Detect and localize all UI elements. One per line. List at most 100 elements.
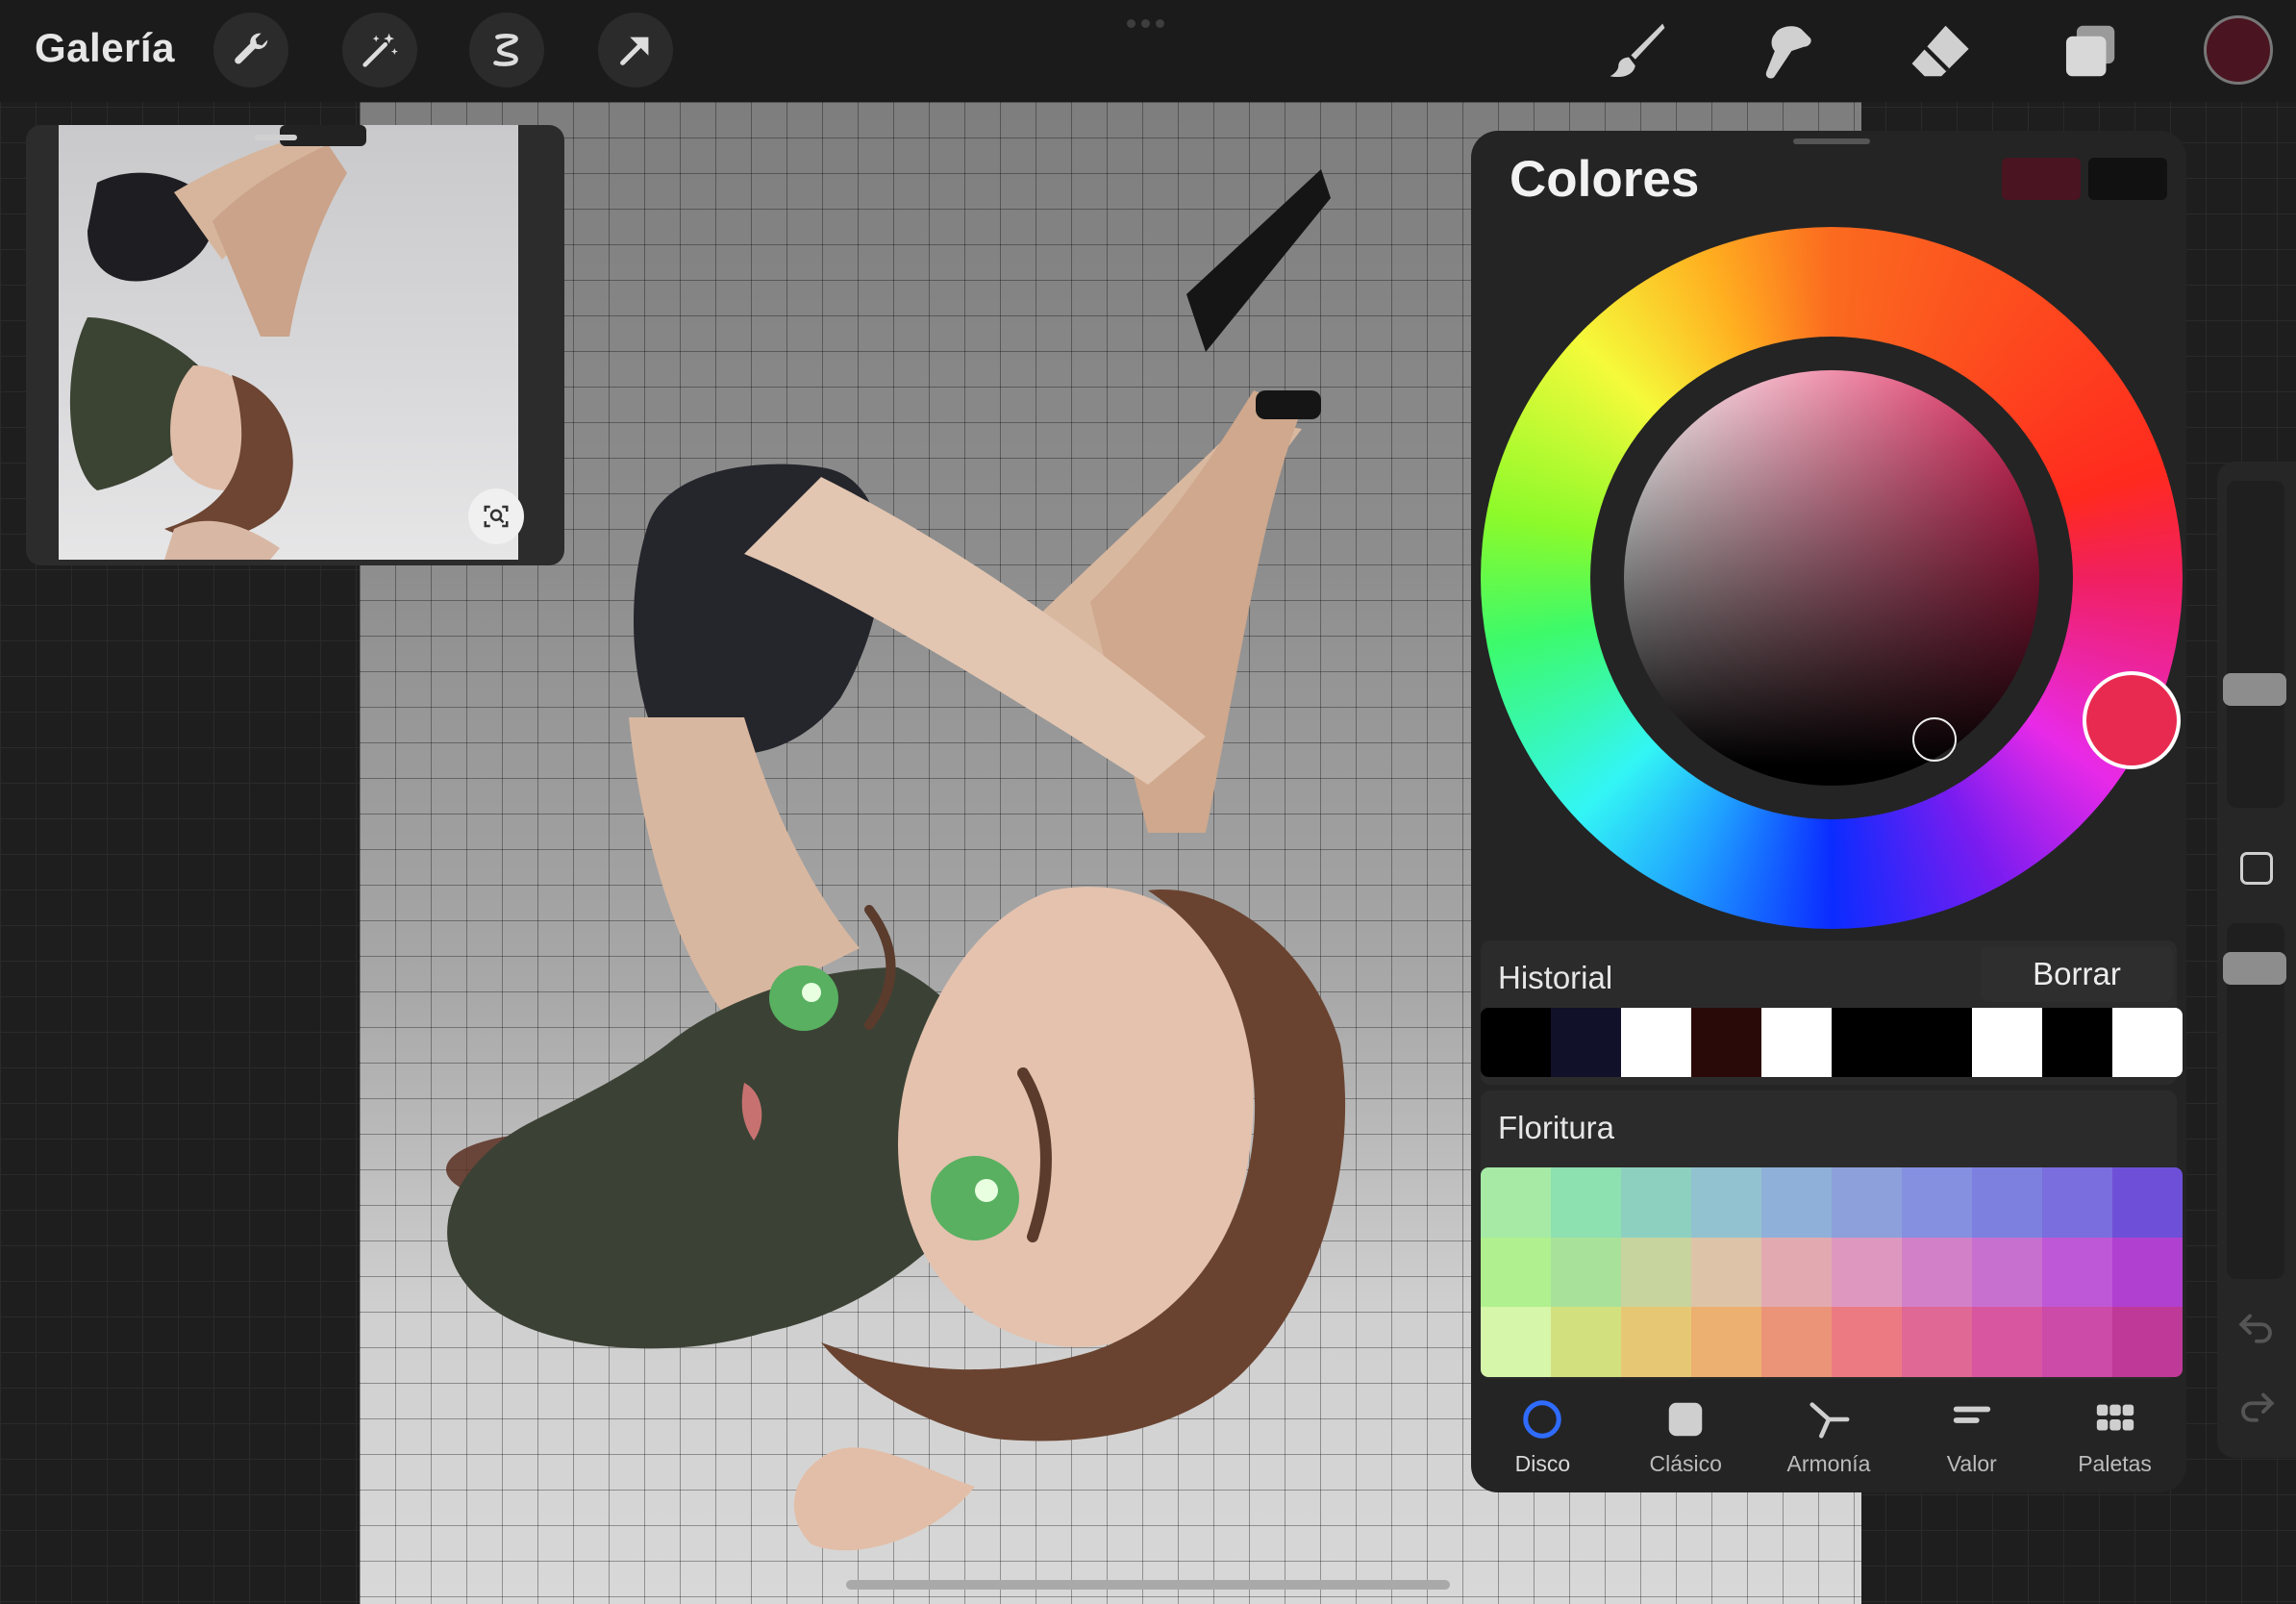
primary-color-swatch[interactable] bbox=[2002, 158, 2081, 200]
palette-swatch[interactable] bbox=[1481, 1237, 1551, 1308]
opacity-knob[interactable] bbox=[2223, 952, 2286, 985]
brush-tool-button[interactable] bbox=[1600, 15, 1675, 87]
brush-icon bbox=[1610, 23, 1665, 78]
actions-wrench-button[interactable] bbox=[213, 13, 288, 88]
palette-swatch[interactable] bbox=[1902, 1307, 1972, 1377]
undo-icon[interactable] bbox=[2236, 1306, 2277, 1346]
transform-arrow-icon bbox=[620, 37, 649, 65]
drag-handle[interactable] bbox=[1127, 19, 1169, 29]
tab-valor[interactable]: Valor bbox=[1900, 1381, 2043, 1492]
palette-swatch[interactable] bbox=[1621, 1307, 1691, 1377]
palette-name: Floritura bbox=[1498, 1110, 1615, 1145]
wrench-icon bbox=[235, 33, 268, 64]
tab-paletas[interactable]: Paletas bbox=[2043, 1381, 2186, 1492]
reference-photo bbox=[59, 125, 518, 560]
tab-label: Clásico bbox=[1649, 1450, 1722, 1476]
tab-label: Paletas bbox=[2078, 1450, 2152, 1476]
value-sliders-icon bbox=[1953, 1406, 1990, 1423]
palette-swatches bbox=[1481, 1167, 2183, 1377]
palette-swatch[interactable] bbox=[1972, 1237, 2042, 1308]
transform-button[interactable] bbox=[598, 13, 673, 88]
redo-icon[interactable] bbox=[2236, 1385, 2277, 1425]
selection-icon bbox=[493, 34, 518, 66]
palette-swatch[interactable] bbox=[2042, 1307, 2112, 1377]
reference-face-capture-button[interactable] bbox=[468, 489, 524, 544]
palette-swatch[interactable] bbox=[1691, 1307, 1761, 1377]
tab-armonia[interactable]: Armonía bbox=[1758, 1381, 1901, 1492]
history-swatches bbox=[1481, 1008, 2183, 1077]
face-scan-icon bbox=[484, 505, 509, 528]
layers-button[interactable] bbox=[2052, 15, 2127, 87]
eraser-tool-button[interactable] bbox=[1902, 15, 1977, 87]
history-swatch[interactable] bbox=[1551, 1008, 1621, 1077]
palette-swatch[interactable] bbox=[1902, 1237, 1972, 1308]
palette-swatch[interactable] bbox=[1972, 1307, 2042, 1377]
top-toolbar: Galería bbox=[0, 0, 2296, 102]
history-swatch[interactable] bbox=[1481, 1008, 1551, 1077]
palette-swatch[interactable] bbox=[1761, 1307, 1832, 1377]
palette-swatch[interactable] bbox=[1761, 1237, 1832, 1308]
palette-swatch[interactable] bbox=[1481, 1167, 1551, 1238]
palette-swatch[interactable] bbox=[1621, 1237, 1691, 1308]
tab-disco[interactable]: Disco bbox=[1471, 1381, 1614, 1492]
history-swatch[interactable] bbox=[2042, 1008, 2112, 1077]
palette-swatch[interactable] bbox=[1902, 1167, 1972, 1238]
clear-history-button[interactable]: Borrar bbox=[1981, 946, 2173, 1002]
disc-color-cursor[interactable] bbox=[1912, 717, 1957, 762]
palette-swatch[interactable] bbox=[2112, 1167, 2183, 1238]
history-swatch[interactable] bbox=[1761, 1008, 1832, 1077]
history-swatch[interactable] bbox=[1621, 1008, 1691, 1077]
palette-swatch[interactable] bbox=[1832, 1167, 1902, 1238]
eraser-icon bbox=[1911, 25, 1969, 77]
saturation-brightness-disc[interactable] bbox=[1624, 370, 2039, 786]
hue-cursor[interactable] bbox=[2083, 671, 2181, 769]
palette-swatch[interactable] bbox=[1761, 1167, 1832, 1238]
magic-wand-icon bbox=[362, 33, 398, 67]
history-label: Historial bbox=[1498, 960, 1613, 995]
tab-clasico[interactable]: Clásico bbox=[1614, 1381, 1758, 1492]
palette-swatch[interactable] bbox=[1551, 1237, 1621, 1308]
palette-swatch[interactable] bbox=[2042, 1237, 2112, 1308]
palette-swatch[interactable] bbox=[1691, 1237, 1761, 1308]
brush-size-knob[interactable] bbox=[2223, 673, 2286, 706]
history-swatch[interactable] bbox=[1691, 1008, 1761, 1077]
palette-swatch[interactable] bbox=[1691, 1167, 1761, 1238]
brush-size-slider[interactable] bbox=[2227, 481, 2284, 808]
secondary-color-swatch[interactable] bbox=[2088, 158, 2167, 200]
right-sidebar bbox=[2217, 462, 2296, 1458]
tab-label: Valor bbox=[1946, 1450, 1997, 1476]
palette-swatch[interactable] bbox=[1832, 1307, 1902, 1377]
disc-icon bbox=[1523, 1399, 1562, 1439]
history-swatch[interactable] bbox=[1902, 1008, 1972, 1077]
palette-swatch[interactable] bbox=[1481, 1307, 1551, 1377]
palette-swatch[interactable] bbox=[1832, 1237, 1902, 1308]
smudge-tool-button[interactable] bbox=[1750, 15, 1825, 87]
palette-swatch[interactable] bbox=[2112, 1237, 2183, 1308]
modify-button[interactable] bbox=[2240, 852, 2273, 885]
panel-title: Colores bbox=[1510, 151, 1700, 208]
history-swatch[interactable] bbox=[1832, 1008, 1902, 1077]
harmony-icon bbox=[1809, 1401, 1850, 1439]
reference-drag-handle[interactable] bbox=[255, 135, 297, 140]
selection-button[interactable] bbox=[469, 13, 544, 88]
palettes-grid-icon bbox=[2096, 1404, 2134, 1430]
palette-swatch[interactable] bbox=[1551, 1167, 1621, 1238]
palette-swatch[interactable] bbox=[2112, 1307, 2183, 1377]
history-swatch[interactable] bbox=[2112, 1008, 2183, 1077]
palette-swatch[interactable] bbox=[1972, 1167, 2042, 1238]
classic-square-icon bbox=[1668, 1402, 1703, 1436]
smudge-icon bbox=[1765, 26, 1811, 79]
color-mode-tabs: Disco Clásico Armonía Valor Paletas bbox=[1471, 1381, 2186, 1492]
panel-drag-handle[interactable] bbox=[1793, 138, 1870, 144]
adjustments-wand-button[interactable] bbox=[342, 13, 417, 88]
gallery-button[interactable]: Galería bbox=[35, 25, 175, 71]
tab-label: Armonía bbox=[1786, 1450, 1871, 1476]
reference-window[interactable] bbox=[26, 125, 564, 565]
tab-label: Disco bbox=[1514, 1450, 1571, 1476]
history-swatch[interactable] bbox=[1972, 1008, 2042, 1077]
hue-ring[interactable] bbox=[1481, 227, 2183, 929]
palette-swatch[interactable] bbox=[1551, 1307, 1621, 1377]
palette-swatch[interactable] bbox=[2042, 1167, 2112, 1238]
palette-swatch[interactable] bbox=[1621, 1167, 1691, 1238]
current-color-button[interactable] bbox=[2204, 15, 2273, 85]
